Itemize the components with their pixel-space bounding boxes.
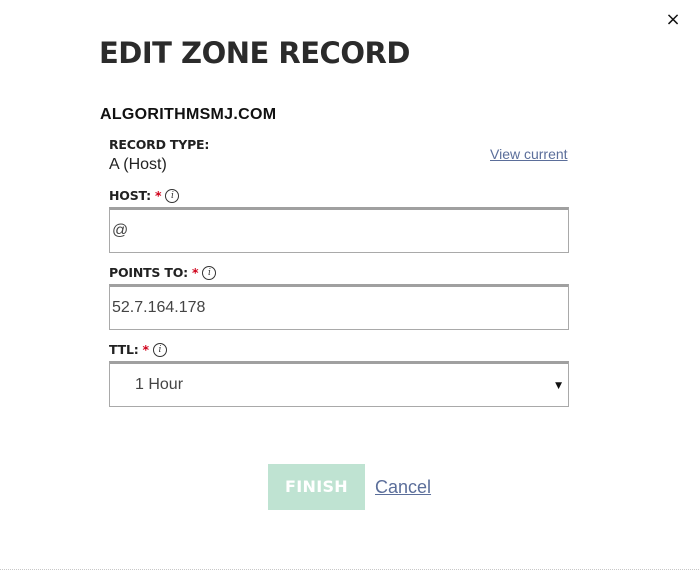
required-asterisk: *: [154, 188, 162, 203]
record-type-value: A (Host): [109, 156, 167, 173]
caret-down-icon: ▼: [555, 381, 562, 391]
finish-button[interactable]: FINISH: [268, 464, 365, 510]
ttl-label: TTL: * i: [109, 342, 167, 358]
ttl-label-text: TTL:: [109, 342, 139, 357]
info-icon[interactable]: i: [202, 266, 217, 280]
domain-name: ALGORITHMSMJ.COM: [100, 106, 277, 123]
close-icon[interactable]: ×: [663, 9, 683, 31]
ttl-select[interactable]: 1 Hour ▼: [109, 361, 569, 407]
info-icon[interactable]: i: [165, 189, 180, 203]
points-to-label: POINTS TO: * i: [109, 265, 217, 281]
host-label-text: HOST:: [109, 188, 151, 203]
required-asterisk: *: [191, 265, 199, 280]
dialog-title: EDIT ZONE RECORD: [99, 36, 410, 70]
points-to-input[interactable]: [109, 284, 569, 330]
bottom-divider: [0, 569, 699, 570]
info-icon[interactable]: i: [152, 343, 167, 357]
host-input[interactable]: [109, 207, 569, 253]
ttl-selected-value: 1 Hour: [135, 376, 184, 393]
view-current-link[interactable]: View current: [490, 145, 568, 163]
record-type-label: RECORD TYPE:: [109, 137, 209, 153]
required-asterisk: *: [142, 342, 150, 357]
record-type-label-text: RECORD TYPE:: [109, 137, 210, 152]
cancel-link[interactable]: Cancel: [375, 476, 431, 498]
edit-zone-record-dialog: × EDIT ZONE RECORD ALGORITHMSMJ.COM RECO…: [0, 0, 699, 571]
host-label: HOST: * i: [109, 188, 180, 204]
points-to-label-text: POINTS TO:: [109, 265, 188, 280]
